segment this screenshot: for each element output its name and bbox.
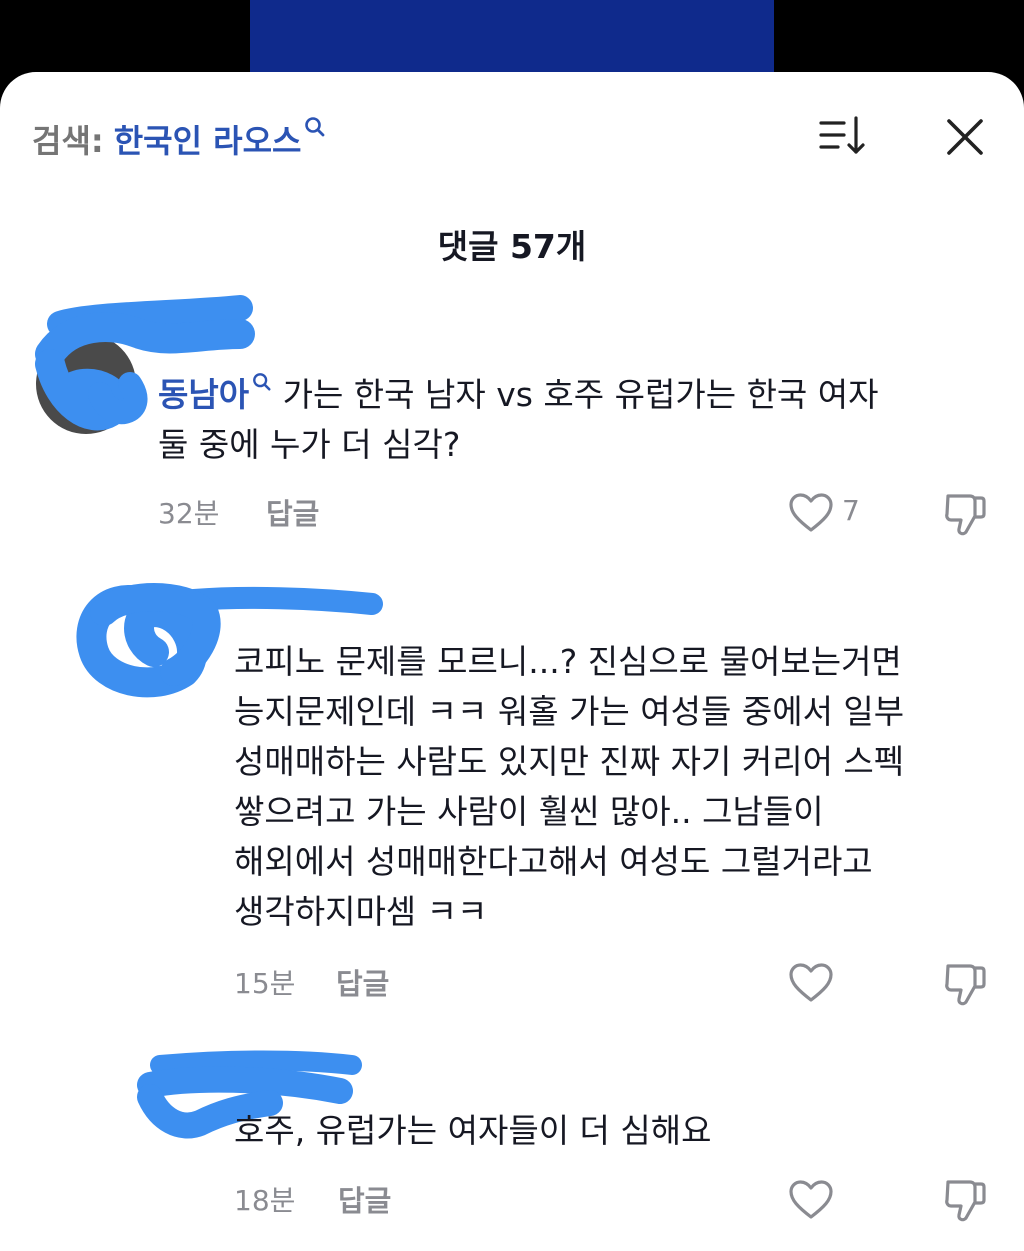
search-icon — [253, 373, 271, 391]
search-prefix-label: 검색: — [32, 122, 104, 160]
comments-count-title: 댓글 57개 — [437, 227, 587, 266]
comment-body: 동남아 가는 한국 남자 vs 호주 유럽가는 한국 여자 — [158, 370, 879, 420]
search-query-link[interactable]: 한국인 라오스 — [114, 116, 302, 162]
comment-text-line: 성매매하는 사람도 있지만 진짜 자기 커리어 스펙 — [234, 742, 905, 781]
dislike-icon[interactable] — [942, 490, 988, 538]
like-count: 7 — [842, 494, 860, 527]
sort-icon[interactable] — [818, 114, 868, 158]
comments-sheet: 검색: 한국인 라오스 댓글 57개 동남아 가는 한국 남자 vs 호주 유럽… — [0, 72, 1024, 1251]
avatar[interactable] — [36, 334, 136, 434]
hashtag-link[interactable]: 동남아 — [158, 375, 249, 414]
comment-text-line: 쌓으려고 가는 사람이 훨씬 많아.. 그남들이 — [234, 792, 824, 831]
close-icon[interactable] — [944, 116, 986, 158]
reply-button[interactable]: 답글 — [266, 491, 319, 533]
comment-time: 18분 — [234, 1184, 296, 1217]
search-suggestion[interactable]: 검색: 한국인 라오스 — [32, 116, 326, 162]
heart-icon[interactable] — [788, 1179, 834, 1221]
heart-icon[interactable] — [788, 492, 834, 534]
comment-text-line: 둘 중에 누가 더 심각? — [158, 425, 461, 464]
comment-text-line: 생각하지마셈 ㅋㅋ — [234, 892, 488, 931]
reply-button[interactable]: 답글 — [338, 1178, 391, 1220]
heart-icon[interactable] — [788, 962, 834, 1004]
dislike-icon[interactable] — [942, 960, 988, 1008]
comment-text-line: 해외에서 성매매한다고해서 여성도 그럴거라고 — [234, 842, 873, 881]
comment-time: 15분 — [234, 967, 296, 1000]
comment-text: 호주, 유럽가는 여자들이 더 심해요 — [234, 1111, 712, 1150]
comment-time: 32분 — [158, 497, 220, 530]
reply-button[interactable]: 답글 — [336, 961, 389, 1003]
search-icon — [305, 117, 325, 137]
comment-text-line: 코피노 문제를 모르니...? 진심으로 물어보는거면 — [234, 642, 902, 681]
comment-text-line: 능지문제인데 ㅋㅋ 워홀 가는 여성들 중에서 일부 — [234, 692, 905, 731]
dislike-icon[interactable] — [942, 1176, 988, 1224]
comment-text: 가는 한국 남자 vs 호주 유럽가는 한국 여자 — [272, 375, 879, 414]
